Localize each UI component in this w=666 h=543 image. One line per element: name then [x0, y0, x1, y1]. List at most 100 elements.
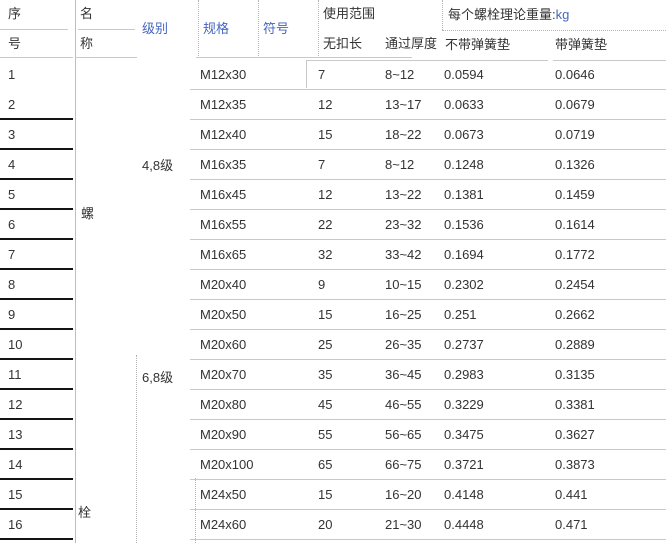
cell-unthreaded-length: 32	[318, 240, 332, 270]
cell-through-thickness: 33~42	[385, 240, 422, 270]
cell-through-thickness: 16~25	[385, 300, 422, 330]
header-weight-title: 每个螺栓理论重量:kg	[448, 0, 569, 30]
table-row: 3 M12x40 15 18~22 0.0673 0.0719	[0, 120, 666, 150]
cell-weight-without-washer: 0.251	[444, 300, 477, 330]
seq-row-black-line	[0, 538, 73, 540]
cell-unthreaded-length: 12	[318, 90, 332, 120]
cell-weight-with-washer: 0.2889	[555, 330, 595, 360]
cell-seq-number: 14	[8, 450, 22, 480]
cell-through-thickness: 16~20	[385, 480, 422, 510]
cell-weight-without-washer: 0.1248	[444, 150, 484, 180]
cell-seq-number: 1	[8, 60, 15, 90]
cell-seq-number: 9	[8, 300, 15, 330]
cell-weight-without-washer: 0.4148	[444, 480, 484, 510]
table-row: 13 M20x90 55 56~65 0.3475 0.3627	[0, 420, 666, 450]
cell-seq-number: 11	[8, 360, 22, 390]
cell-weight-without-washer: 0.1694	[444, 240, 484, 270]
cell-weight-with-washer: 0.2662	[555, 300, 595, 330]
cell-unthreaded-length: 7	[318, 150, 325, 180]
cell-unthreaded-length: 9	[318, 270, 325, 300]
cell-spec: M12x35	[200, 90, 246, 120]
cell-through-thickness: 23~32	[385, 210, 422, 240]
cell-seq-number: 15	[8, 480, 22, 510]
seq-header-divider	[0, 29, 68, 30]
cell-unthreaded-length: 55	[318, 420, 332, 450]
cell-spec: M16x35	[200, 150, 246, 180]
header-symbol-link[interactable]: 符号	[263, 0, 289, 58]
cell-weight-with-washer: 0.0646	[555, 60, 595, 90]
cell-through-thickness: 10~15	[385, 270, 422, 300]
cell-spec: M24x60	[200, 510, 246, 540]
cell-weight-without-washer: 0.0673	[444, 120, 484, 150]
cell-spec: M16x65	[200, 240, 246, 270]
cell-seq-number: 10	[8, 330, 22, 360]
row-separator-line	[190, 539, 666, 540]
cell-through-thickness: 18~22	[385, 120, 422, 150]
cell-unthreaded-length: 15	[318, 480, 332, 510]
table-row: 2 M12x35 12 13~17 0.0633 0.0679	[0, 90, 666, 120]
cell-unthreaded-length: 12	[318, 180, 332, 210]
cell-weight-without-washer: 0.0594	[444, 60, 484, 90]
table-row: 16 M24x60 20 21~30 0.4448 0.471	[0, 510, 666, 540]
cell-seq-number: 7	[8, 240, 15, 270]
header-grade-link[interactable]: 级别	[142, 0, 168, 58]
cell-through-thickness: 66~75	[385, 450, 422, 480]
cell-through-thickness: 13~17	[385, 90, 422, 120]
cell-unthreaded-length: 15	[318, 120, 332, 150]
header-spec-link[interactable]: 规格	[203, 0, 229, 58]
cell-weight-without-washer: 0.1536	[444, 210, 484, 240]
cell-unthreaded-length: 35	[318, 360, 332, 390]
symbol-column-dotted-border	[258, 0, 259, 58]
weight-header-dotted-divider	[442, 30, 666, 31]
cell-unthreaded-length: 22	[318, 210, 332, 240]
cell-seq-number: 6	[8, 210, 15, 240]
cell-through-thickness: 36~45	[385, 360, 422, 390]
cell-spec: M12x40	[200, 120, 246, 150]
cell-through-thickness: 56~65	[385, 420, 422, 450]
header-bottom-line	[196, 57, 412, 58]
table-row: 14 M20x100 65 66~75 0.3721 0.3873	[0, 450, 666, 480]
header-seq-bottom: 号	[8, 30, 21, 58]
table-row: 12 M20x80 45 46~55 0.3229 0.3381	[0, 390, 666, 420]
cell-weight-without-washer: 0.1381	[444, 180, 484, 210]
cell-seq-number: 8	[8, 270, 15, 300]
cell-seq-number: 3	[8, 120, 15, 150]
cell-through-thickness: 8~12	[385, 60, 414, 90]
cell-weight-with-washer: 0.3381	[555, 390, 595, 420]
cell-spec: M16x45	[200, 180, 246, 210]
cell-spec: M12x30	[200, 60, 246, 90]
usage-column-dotted-border	[318, 0, 319, 58]
cell-through-thickness: 46~55	[385, 390, 422, 420]
cell-weight-with-washer: 0.3135	[555, 360, 595, 390]
cell-seq-number: 13	[8, 420, 22, 450]
table-row: 5 M16x45 12 13~22 0.1381 0.1459	[0, 180, 666, 210]
table-row: 1 M12x30 7 8~12 0.0594 0.0646	[0, 60, 666, 90]
header-weight-text: 每个螺栓理论重量:	[448, 7, 556, 22]
cell-weight-without-washer: 0.3475	[444, 420, 484, 450]
header-seq-top: 序	[8, 0, 21, 28]
cell-weight-with-washer: 0.471	[555, 510, 588, 540]
cell-spec: M20x50	[200, 300, 246, 330]
cell-spec: M20x100	[200, 450, 253, 480]
cell-through-thickness: 21~30	[385, 510, 422, 540]
cell-unthreaded-length: 45	[318, 390, 332, 420]
cell-weight-without-washer: 0.2983	[444, 360, 484, 390]
cell-seq-number: 2	[8, 90, 15, 120]
cell-weight-with-washer: 0.2454	[555, 270, 595, 300]
spec-column-dotted-border	[198, 0, 199, 58]
name-header-divider	[78, 29, 135, 30]
cell-unthreaded-length: 25	[318, 330, 332, 360]
cell-weight-with-washer: 0.1614	[555, 210, 595, 240]
header-usage-range: 使用范围	[323, 0, 375, 28]
header-with-spring-washer: 带弹簧垫	[555, 30, 607, 60]
header-through-thickness: 通过厚度	[385, 30, 437, 58]
cell-through-thickness: 26~35	[385, 330, 422, 360]
cell-unthreaded-length: 7	[318, 60, 325, 90]
cell-weight-with-washer: 0.1459	[555, 180, 595, 210]
header-bottom-line	[0, 57, 73, 58]
cell-seq-number: 12	[8, 390, 22, 420]
header-weight-unit-link[interactable]: kg	[556, 7, 570, 22]
header-bottom-line	[75, 57, 137, 58]
table-row: 6 M16x55 22 23~32 0.1536 0.1614	[0, 210, 666, 240]
cell-spec: M16x55	[200, 210, 246, 240]
